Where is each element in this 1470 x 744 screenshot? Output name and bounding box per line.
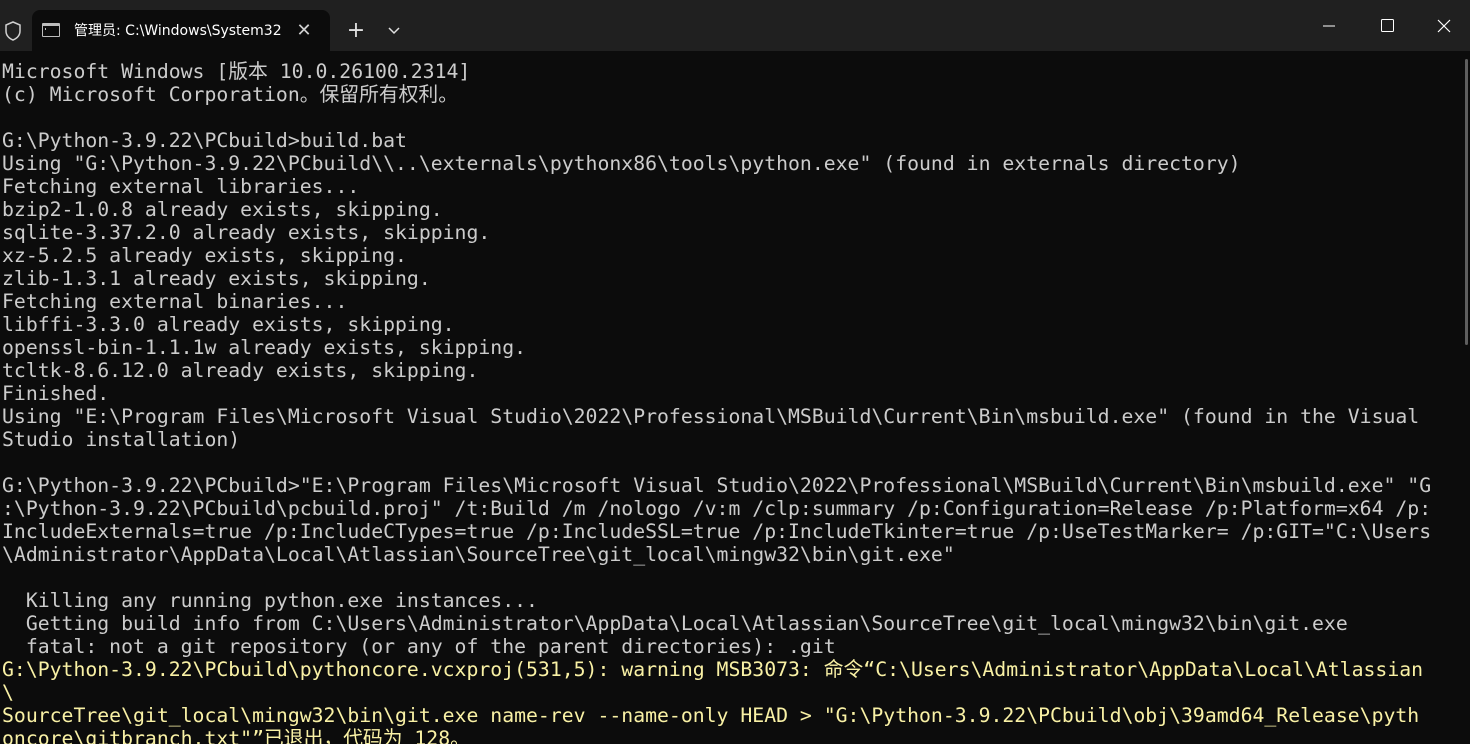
terminal-line: sqlite-3.37.2.0 already exists, skipping… — [2, 221, 491, 244]
terminal-line: zlib-1.3.1 already exists, skipping. — [2, 267, 431, 290]
terminal-line: G:\Python-3.9.22\PCbuild>"E:\Program Fil… — [2, 474, 1432, 497]
terminal-line: \ — [2, 681, 14, 704]
minimize-icon[interactable] — [1300, 0, 1358, 51]
terminal-line: Studio installation) — [2, 428, 241, 451]
chevron-down-icon[interactable] — [382, 19, 406, 43]
shield-icon — [2, 20, 24, 42]
terminal-output[interactable]: Microsoft Windows [版本 10.0.26100.2314] (c… — [0, 51, 1462, 744]
terminal-icon — [42, 23, 60, 37]
terminal-line: IncludeExternals=true /p:IncludeCTypes=t… — [2, 520, 1432, 543]
terminal-line: libffi-3.3.0 already exists, skipping. — [2, 313, 455, 336]
terminal-line: G:\Python-3.9.22\PCbuild\pythoncore.vcxp… — [2, 658, 1424, 681]
maximize-icon[interactable] — [1358, 0, 1416, 51]
plus-icon[interactable]: + — [342, 17, 370, 45]
terminal-line: Using "E:\Program Files\Microsoft Visual… — [2, 405, 1420, 428]
terminal-line: Microsoft Windows [版本 10.0.26100.2314] — [2, 60, 471, 83]
terminal-line: Fetching external binaries... — [2, 290, 348, 313]
terminal-line: bzip2-1.0.8 already exists, skipping. — [2, 198, 443, 221]
close-icon[interactable] — [1415, 0, 1470, 51]
terminal-line: tcltk-8.6.12.0 already exists, skipping. — [2, 359, 479, 382]
terminal-line: SourceTree\git_local\mingw32\bin\git.exe… — [2, 704, 1420, 727]
terminal-line: xz-5.2.5 already exists, skipping. — [2, 244, 407, 267]
terminal-line: openssl-bin-1.1.1w already exists, skipp… — [2, 336, 527, 359]
title-bar: 管理员: C:\Windows\System32 ✕ + — [0, 0, 1470, 51]
terminal-line: Finished. — [2, 382, 110, 405]
terminal-line: Using "G:\Python-3.9.22\PCbuild\\..\exte… — [2, 152, 1241, 175]
tab-admin-cmd[interactable]: 管理员: C:\Windows\System32 ✕ — [32, 10, 330, 51]
terminal-line: oncore\gitbranch.txt"”已退出，代码为 128。 — [2, 727, 470, 744]
terminal-line: \Administrator\AppData\Local\Atlassian\S… — [2, 543, 955, 566]
terminal-line: :\Python-3.9.22\PCbuild\pcbuild.proj" /t… — [2, 497, 1432, 520]
tab-title: 管理员: C:\Windows\System32 — [74, 23, 282, 39]
terminal-line: Getting build info from C:\Users\Adminis… — [2, 612, 1348, 635]
terminal-line: fatal: not a git repository (or any of t… — [2, 635, 836, 658]
terminal-line: (c) Microsoft Corporation。保留所有权利。 — [2, 83, 458, 106]
scrollbar-thumb[interactable] — [1465, 59, 1468, 345]
scrollbar[interactable] — [1465, 51, 1470, 744]
terminal-line: Fetching external libraries... — [2, 175, 360, 198]
close-icon[interactable]: ✕ — [294, 21, 314, 41]
terminal-line: Killing any running python.exe instances… — [2, 589, 538, 612]
terminal-line: G:\Python-3.9.22\PCbuild>build.bat — [2, 129, 407, 152]
